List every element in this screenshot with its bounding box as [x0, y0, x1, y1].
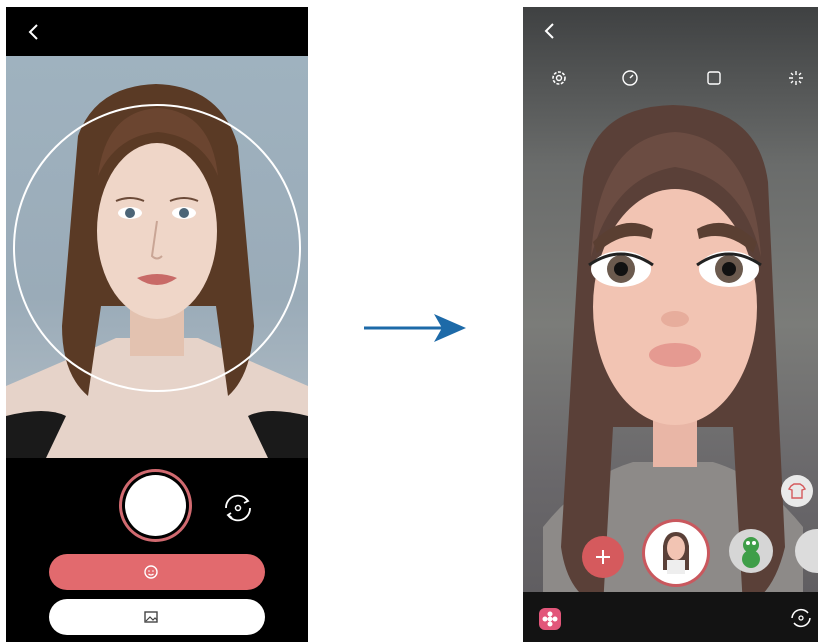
gallery-icon	[144, 611, 158, 623]
switch-camera-icon[interactable]	[220, 490, 256, 526]
plus-icon	[596, 550, 610, 564]
right-phone-screen	[523, 7, 818, 642]
avatar-thumbnail	[663, 532, 689, 574]
arrow-right-icon	[364, 314, 466, 342]
effects-icon[interactable]	[785, 67, 807, 89]
top-bar	[6, 7, 308, 56]
shirt-icon	[787, 483, 807, 499]
selected-emoji[interactable]	[645, 522, 707, 584]
bottom-controls	[6, 458, 308, 642]
chevron-left-icon[interactable]	[26, 22, 42, 42]
dinosaur-icon	[742, 537, 760, 568]
settings-icon[interactable]	[548, 67, 570, 89]
aspect-ratio-icon[interactable]	[703, 67, 725, 89]
select-from-gallery-button[interactable]	[49, 599, 265, 635]
left-phone-screen	[6, 7, 308, 642]
face-icon	[144, 565, 158, 579]
bottom-bar	[523, 592, 818, 642]
capture-button[interactable]	[125, 475, 186, 536]
camera-preview	[6, 56, 308, 458]
flower-icon[interactable]	[539, 608, 561, 630]
add-emoji-button[interactable]	[582, 536, 624, 578]
timer-icon[interactable]	[619, 67, 641, 89]
chevron-left-icon[interactable]	[542, 21, 558, 41]
sticker-outfit-button[interactable]	[781, 475, 813, 507]
face-guide-circle	[13, 104, 301, 392]
switch-camera-icon[interactable]	[788, 605, 814, 631]
dinosaur-emoji[interactable]	[729, 529, 773, 573]
create-emoji-button[interactable]	[49, 554, 265, 590]
